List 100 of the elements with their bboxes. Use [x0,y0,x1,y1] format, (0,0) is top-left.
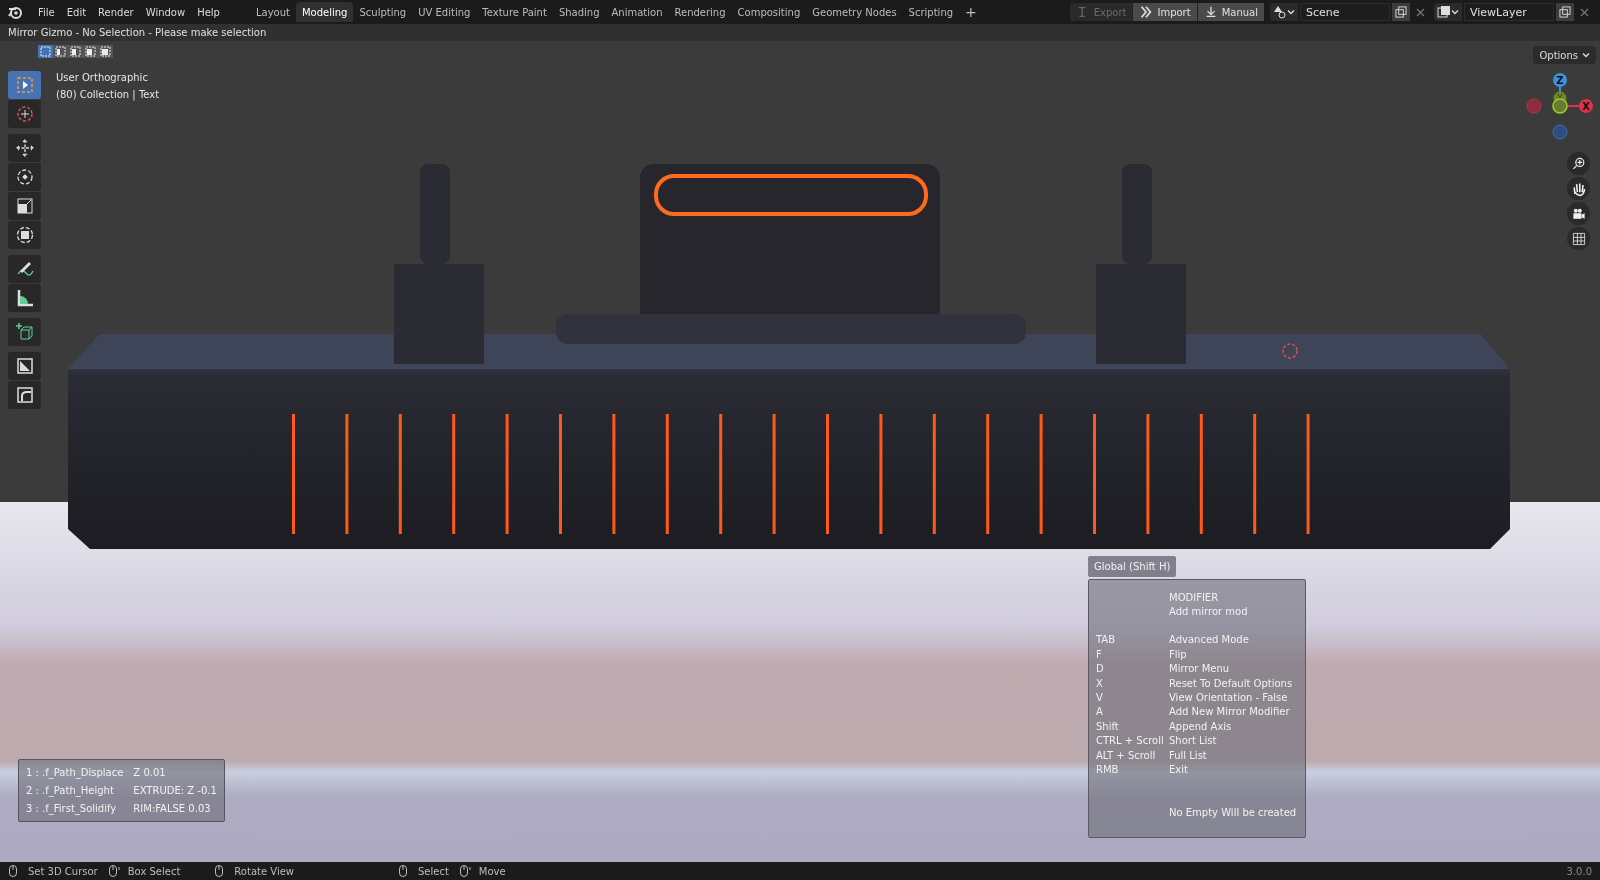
move-arrows-icon [14,138,35,158]
hotkey-action: Full List [1169,748,1207,763]
name-field[interactable]: Scene [1300,3,1390,21]
tool-button[interactable] [8,352,41,380]
menu-item[interactable]: Window [139,2,192,22]
mouse-icon [398,864,410,878]
hotkey-action: Flip [1169,647,1187,662]
workspace-tab[interactable]: Compositing [731,2,807,22]
hand-icon [1570,180,1587,197]
tool-button[interactable] [8,192,41,220]
selection-mode-button[interactable] [53,45,68,58]
scene-icon [1273,5,1287,19]
hotkey-action: Mirror Menu [1169,662,1230,677]
tool-button[interactable] [8,318,41,346]
viewport-info-text: User Orthographic [56,71,149,85]
status-hint: Select [418,864,449,879]
hotkey-key: CTRL + Scroll [1096,733,1169,749]
workspace-tab[interactable]: Texture Paint [476,2,553,22]
button-label: Import [1157,5,1191,20]
selection-mode-icon [100,46,111,57]
selection-mode-icon [85,46,96,57]
selection-mode-button[interactable] [98,45,113,58]
hotkey-action: Exit [1169,763,1188,777]
hotkey-key: V [1096,690,1169,706]
modifier-value: EXTRUDE: Z -0.1 [133,784,217,798]
close-icon [1415,7,1425,17]
status-hint: Box Select [127,864,181,879]
hotkey-key: A [1096,704,1169,720]
hotkey-key: F [1096,646,1169,662]
menu-item[interactable]: Render [92,2,140,22]
modifier-name: 3 : .f_First_Solidify [26,802,118,816]
workspace-tab[interactable]: Animation [605,2,669,22]
close-icon [1579,7,1589,17]
app-logo-icon[interactable] [8,4,24,20]
hotkey-heading: Add mirror mod [1169,605,1248,620]
add-workspace-button[interactable]: + [959,1,983,23]
tool-button[interactable] [8,284,41,312]
workspace-tab[interactable]: Scripting [902,2,960,22]
mouse-icon [8,864,20,878]
workspace-tab[interactable]: Geometry Nodes [806,2,903,22]
hotkey-panel-title: Global (Shift H) [1088,556,1177,577]
hotkey-action: Reset To Default Options [1169,676,1293,691]
hotkey-key: D [1096,661,1169,677]
caret-icon [1287,8,1295,16]
add-cube-icon [14,322,35,342]
caret-icon [1451,8,1459,16]
name-field[interactable]: ViewLayer [1464,3,1554,21]
menu-item[interactable]: File [32,2,61,22]
tool-button[interactable] [8,255,41,283]
layers-icon [1437,5,1451,19]
version-text: 3.0.0 [1566,864,1592,879]
hotkey-key: TAB [1096,632,1169,648]
copy-icon [1395,6,1407,18]
workspace-tab[interactable]: Modeling [295,2,354,22]
menu-item[interactable]: Edit [60,2,93,22]
hotkey-action: Append Axis [1169,719,1232,734]
chevron-icon [1139,5,1154,19]
modifier-name: 1 : .f_Path_Displace [26,766,124,780]
zoom-icon [1570,155,1587,172]
status-hint: Set 3D Cursor [28,864,98,879]
menu-item[interactable]: Help [191,2,226,22]
caret-icon [1582,51,1590,59]
addon-button[interactable]: Import [1132,3,1197,21]
modifier-name: 2 : .f_Path_Height [26,784,115,798]
transform-icon [14,225,35,245]
status-hint: Move [478,864,506,879]
hotkey-key: RMB [1096,762,1169,777]
type-dropdown[interactable] [1434,3,1462,21]
tool-button[interactable] [8,163,41,191]
hotkey-footer: No Empty Will be created [1169,805,1297,821]
crosshair-icon [14,104,35,124]
selection-mode-icon [55,46,66,57]
bevel-icon [14,385,35,405]
hotkey-action: Add New Mirror Modifier [1169,705,1290,720]
selection-mode-icon [40,46,51,57]
workspace-tab[interactable]: UV Editing [412,2,477,22]
hotkey-action: Advanced Mode [1169,633,1249,648]
hotkey-key: X [1096,675,1169,691]
duplicate-button[interactable] [1392,3,1410,21]
workspace-tab[interactable]: Rendering [668,2,732,22]
selection-mode-button[interactable] [83,45,98,58]
addon-button[interactable]: Manual [1196,3,1264,21]
hotkey-action: Short List [1169,734,1217,749]
workspace-tab[interactable]: Shading [552,2,606,22]
options-button[interactable]: Options [1533,46,1596,64]
rotate-icon [14,167,35,187]
modifier-value: Z 0.01 [133,766,167,780]
selection-mode-icon [70,46,81,57]
workspace-tab[interactable]: Sculpting [353,2,413,22]
workspace-tab[interactable]: Layout [249,2,296,22]
selection-mode-button[interactable] [68,45,83,58]
tool-button[interactable] [8,381,41,409]
tool-button[interactable] [8,134,41,162]
grid-icon [1570,230,1587,247]
duplicate-button[interactable] [1556,3,1574,21]
button-label: Manual [1221,5,1258,20]
hotkey-action: View Orientation - False [1169,691,1288,706]
hotkey-heading: MODIFIER [1169,590,1219,605]
type-dropdown[interactable] [1270,3,1298,21]
tool-button[interactable] [8,221,41,249]
